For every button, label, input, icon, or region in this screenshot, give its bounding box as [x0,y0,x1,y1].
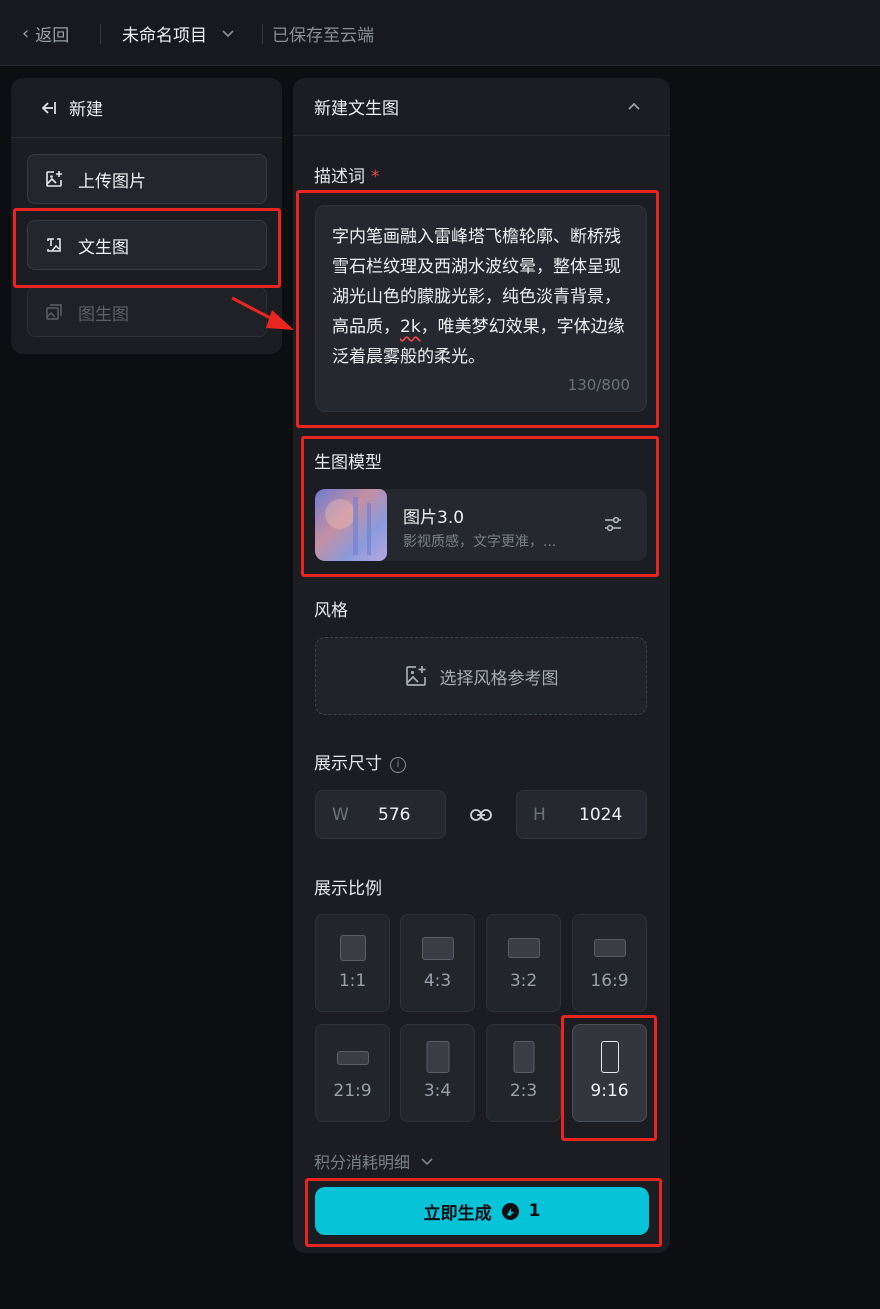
add-image-icon [405,666,426,686]
ratio-option-4-3[interactable]: 4:3 [400,914,475,1012]
ratio-option-16-9[interactable]: 16:9 [572,914,647,1012]
ratio-shape [336,1051,369,1065]
required-mark: * [371,167,380,187]
chevron-left-icon: ‹ [22,22,30,44]
image-to-image-icon [46,304,62,320]
style-label: 风格 [314,601,348,621]
text-to-image-label: 文生图 [78,237,129,258]
ratio-shape [593,939,626,957]
ratio-option-21-9[interactable]: 21:9 [315,1024,390,1122]
panel-title: 新建文生图 [314,99,399,119]
model-selector[interactable]: 图片3.0 影视质感，文字更准，... [315,489,647,561]
ratio-label-text: 3:4 [423,1081,452,1101]
chevron-up-icon[interactable] [626,98,642,114]
height-key: H [533,804,546,825]
save-status: 已保存至云端 [272,25,374,46]
ratio-option-1-1[interactable]: 1:1 [315,914,390,1012]
width-key: W [332,804,349,825]
text-to-image-button[interactable]: 文生图 [27,220,267,270]
new-menu-label: 新建 [69,100,103,120]
ratio-option-2-3[interactable]: 2:3 [486,1024,561,1122]
back-label: 返回 [35,25,70,46]
generate-label: 立即生成 [423,1203,492,1224]
top-bar: ‹ 返回 未命名项目 已保存至云端 [0,0,880,66]
info-icon[interactable]: i [390,757,406,773]
style-reference-picker[interactable]: 选择风格参考图 [315,637,647,715]
divider [100,24,101,44]
divider [262,24,263,44]
project-title: 未命名项目 [122,25,207,46]
collapse-left-icon [41,101,56,114]
image-to-image-label: 图生图 [78,304,129,325]
chevron-down-icon [421,1158,433,1166]
adjust-settings-icon[interactable] [603,514,623,534]
style-placeholder: 选择风格参考图 [439,668,559,689]
height-value: 1024 [579,804,623,825]
ratio-label-text: 2:3 [509,1081,538,1101]
generate-cost: 1 [528,1201,541,1221]
size-label: 展示尺寸 i [314,749,406,774]
credits-detail-toggle[interactable]: 积分消耗明细 [314,1149,434,1173]
ratio-option-3-2[interactable]: 3:2 [486,914,561,1012]
chevron-down-icon [222,30,234,38]
ratio-label-text: 21:9 [333,1081,372,1101]
text-to-image-icon [47,238,61,252]
ratio-shape [507,938,540,958]
ratio-shape [513,1041,534,1073]
spellcheck-flagged-word: 2k [400,317,421,337]
prompt-textarea[interactable]: 字内笔画融入雷峰塔飞檐轮廓、断桥残雪石栏纹理及西湖水波纹晕，整体呈现湖光山色的朦… [315,205,647,412]
height-input[interactable]: H 1024 [516,790,647,839]
ratio-shape [421,937,454,960]
ratio-label: 展示比例 [314,879,382,899]
ratio-shape [600,1041,619,1073]
credit-coin-icon [501,1202,519,1220]
model-name: 图片3.0 [403,508,465,528]
character-count: 130/800 [567,376,630,394]
upload-image-icon [46,171,62,187]
size-label-text: 展示尺寸 [314,754,382,774]
ratio-label-text: 4:3 [423,971,452,991]
width-input[interactable]: W 576 [315,790,446,839]
panel-header: 新建文生图 [293,78,670,136]
generate-button[interactable]: 立即生成 1 [315,1187,649,1235]
width-value: 576 [378,804,411,825]
link-aspect-icon[interactable] [469,805,493,825]
ratio-option-9-16[interactable]: 9:16 [572,1024,647,1122]
annotation-arrow [231,296,294,330]
prompt-text: 字内笔画融入雷峰塔飞檐轮廓、断桥残雪石栏纹理及西湖水波纹晕，整体呈现湖光山色的朦… [332,227,625,367]
project-title-dropdown[interactable]: 未命名项目 [122,0,235,66]
new-menu-header[interactable]: 新建 [11,78,282,138]
model-description: 影视质感，文字更准，... [403,534,557,550]
ratio-shape [426,1041,449,1073]
ratio-label-text: 16:9 [590,971,629,991]
model-label: 生图模型 [314,453,382,473]
ratio-shape [339,935,366,961]
back-button[interactable]: ‹ 返回 [22,0,69,66]
model-thumbnail [315,489,387,561]
ratio-label-text: 3:2 [509,971,538,991]
upload-image-label: 上传图片 [78,171,146,192]
ratio-label-text: 9:16 [590,1081,629,1101]
right-panel: 新建文生图 描述词 * 字内笔画融入雷峰塔飞檐轮廓、断桥残雪石栏纹理及西湖水波纹晕… [293,78,670,1253]
ratio-label-text: 1:1 [338,971,367,991]
prompt-label-text: 描述词 [314,167,365,187]
upload-image-button[interactable]: 上传图片 [27,154,267,204]
credits-label: 积分消耗明细 [314,1153,411,1172]
prompt-label: 描述词 * [314,162,380,187]
ratio-option-3-4[interactable]: 3:4 [400,1024,475,1122]
